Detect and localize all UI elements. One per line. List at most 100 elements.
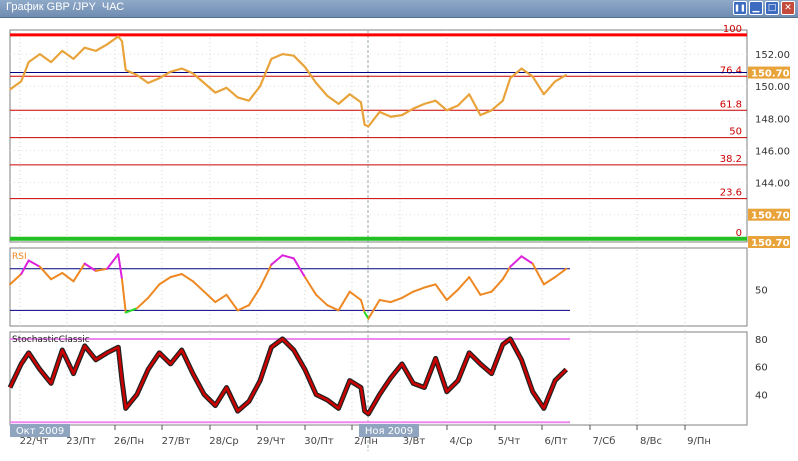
price-point (39, 53, 41, 55)
x-tick-label: 28/Ср (209, 436, 238, 447)
price-tick-label: 150.00 (755, 82, 790, 93)
rsi-tick-label: 50 (755, 286, 768, 297)
x-tick-label: 6/Пт (544, 436, 567, 447)
price-point (180, 67, 183, 70)
price-point (315, 82, 317, 84)
x-tick-label: 4/Ср (449, 436, 472, 447)
stoch-tick-label: 40 (755, 390, 768, 401)
fib-level-label: 38.2 (720, 154, 742, 165)
window-title: График GBP /JPY ЧАС (6, 1, 125, 13)
price-point (401, 114, 403, 116)
price-badge-label: 150.70 (751, 238, 790, 249)
x-tick-label: 22/Чт (20, 436, 49, 447)
close-icon[interactable]: ✕ (781, 1, 795, 15)
fib-level-label: 76.4 (720, 65, 742, 76)
price-point (390, 115, 392, 118)
price-tick-label: 148.00 (755, 114, 790, 125)
price-point (457, 104, 459, 107)
price-point (117, 35, 120, 38)
price-point (479, 114, 482, 116)
price-point (259, 85, 261, 88)
price-tick-label: 146.00 (755, 146, 790, 157)
x-tick-label: 7/Сб (593, 436, 616, 447)
price-point (367, 125, 370, 128)
price-point (543, 93, 545, 96)
price-point (363, 123, 366, 126)
price-point (490, 109, 493, 112)
price-point (378, 111, 381, 113)
price-panel-frame (9, 29, 748, 243)
price-point (304, 66, 306, 68)
price-point (50, 61, 52, 63)
price-point (502, 99, 504, 102)
price-badge-label: 150.70 (751, 211, 790, 222)
x-tick-label: 26/Пн (114, 436, 144, 447)
price-point (72, 58, 75, 60)
rsi-panel-frame (9, 247, 748, 327)
price-point (27, 61, 30, 63)
price-point (136, 74, 138, 76)
pin-icon[interactable]: ❚❚ (733, 1, 747, 15)
minimize-icon[interactable]: ▁ (749, 1, 763, 15)
price-point (554, 80, 556, 83)
fib-level-label: 100 (723, 24, 742, 35)
price-point (158, 77, 161, 79)
fib-level-label: 0 (736, 228, 742, 239)
fib-level-label: 61.8 (720, 99, 742, 110)
price-tick-label: 152.00 (755, 50, 790, 61)
fib-level-label: 23.6 (720, 188, 742, 199)
price-point (423, 103, 426, 105)
x-tick-label: 3/Вт (403, 436, 426, 447)
price-point (225, 87, 228, 89)
price-badge-label: 150.70 (751, 69, 790, 80)
x-tick-label: 30/Пт (304, 436, 334, 447)
price-point (348, 93, 351, 96)
price-point (236, 96, 239, 99)
chart-window: График GBP /JPY ЧАС ❚❚ ▁ □ ✕ 152.00 150.0… (0, 0, 798, 461)
stoch-title: StochasticClassic (12, 335, 90, 345)
price-point (326, 95, 329, 97)
price-point (95, 50, 97, 52)
price-point (203, 82, 205, 84)
price-point (248, 99, 250, 102)
x-tick-label: 23/Пт (66, 436, 96, 447)
price-point (337, 103, 340, 105)
price-point (446, 109, 448, 112)
x-tick-label: 8/Вс (640, 436, 662, 447)
rsi-title: RSI (12, 252, 27, 262)
x-tick-label: 5/Чт (498, 436, 521, 447)
price-point (292, 54, 295, 57)
price-point (9, 88, 11, 91)
price-point (412, 107, 415, 110)
x-tick-label: 27/Вт (162, 436, 191, 447)
price-point (124, 69, 127, 71)
x-tick-label: 29/Чт (257, 436, 286, 447)
maximize-icon[interactable]: □ (765, 1, 779, 15)
price-point (83, 46, 86, 49)
price-point (565, 74, 568, 76)
price-point (106, 43, 108, 46)
x-tick-label: 9/Пн (687, 436, 711, 447)
price-point (520, 67, 523, 70)
price-point (270, 58, 273, 60)
price-point (147, 82, 149, 84)
x-tick-label: 2/Пн (354, 436, 378, 447)
price-point (434, 99, 437, 102)
price-point (169, 70, 172, 73)
price-point (360, 101, 362, 104)
price-point (509, 77, 512, 79)
price-point (192, 72, 194, 75)
price-point (531, 75, 534, 78)
month-badge-label: Ноя 2009 (365, 426, 413, 437)
stoch-tick-label: 60 (755, 363, 768, 374)
price-point (61, 50, 64, 52)
price-point (121, 40, 123, 43)
price-point (468, 93, 471, 96)
title-bar[interactable]: График GBP /JPY ЧАС ❚❚ ▁ □ ✕ (0, 0, 798, 18)
chart-area[interactable]: 152.00150.00148.00146.00144.00142.001007… (0, 18, 798, 461)
price-point (281, 53, 284, 55)
price-point (214, 91, 217, 94)
price-point (20, 80, 23, 83)
month-badge-label: Окт 2009 (16, 426, 64, 437)
fib-level-label: 50 (729, 127, 742, 138)
